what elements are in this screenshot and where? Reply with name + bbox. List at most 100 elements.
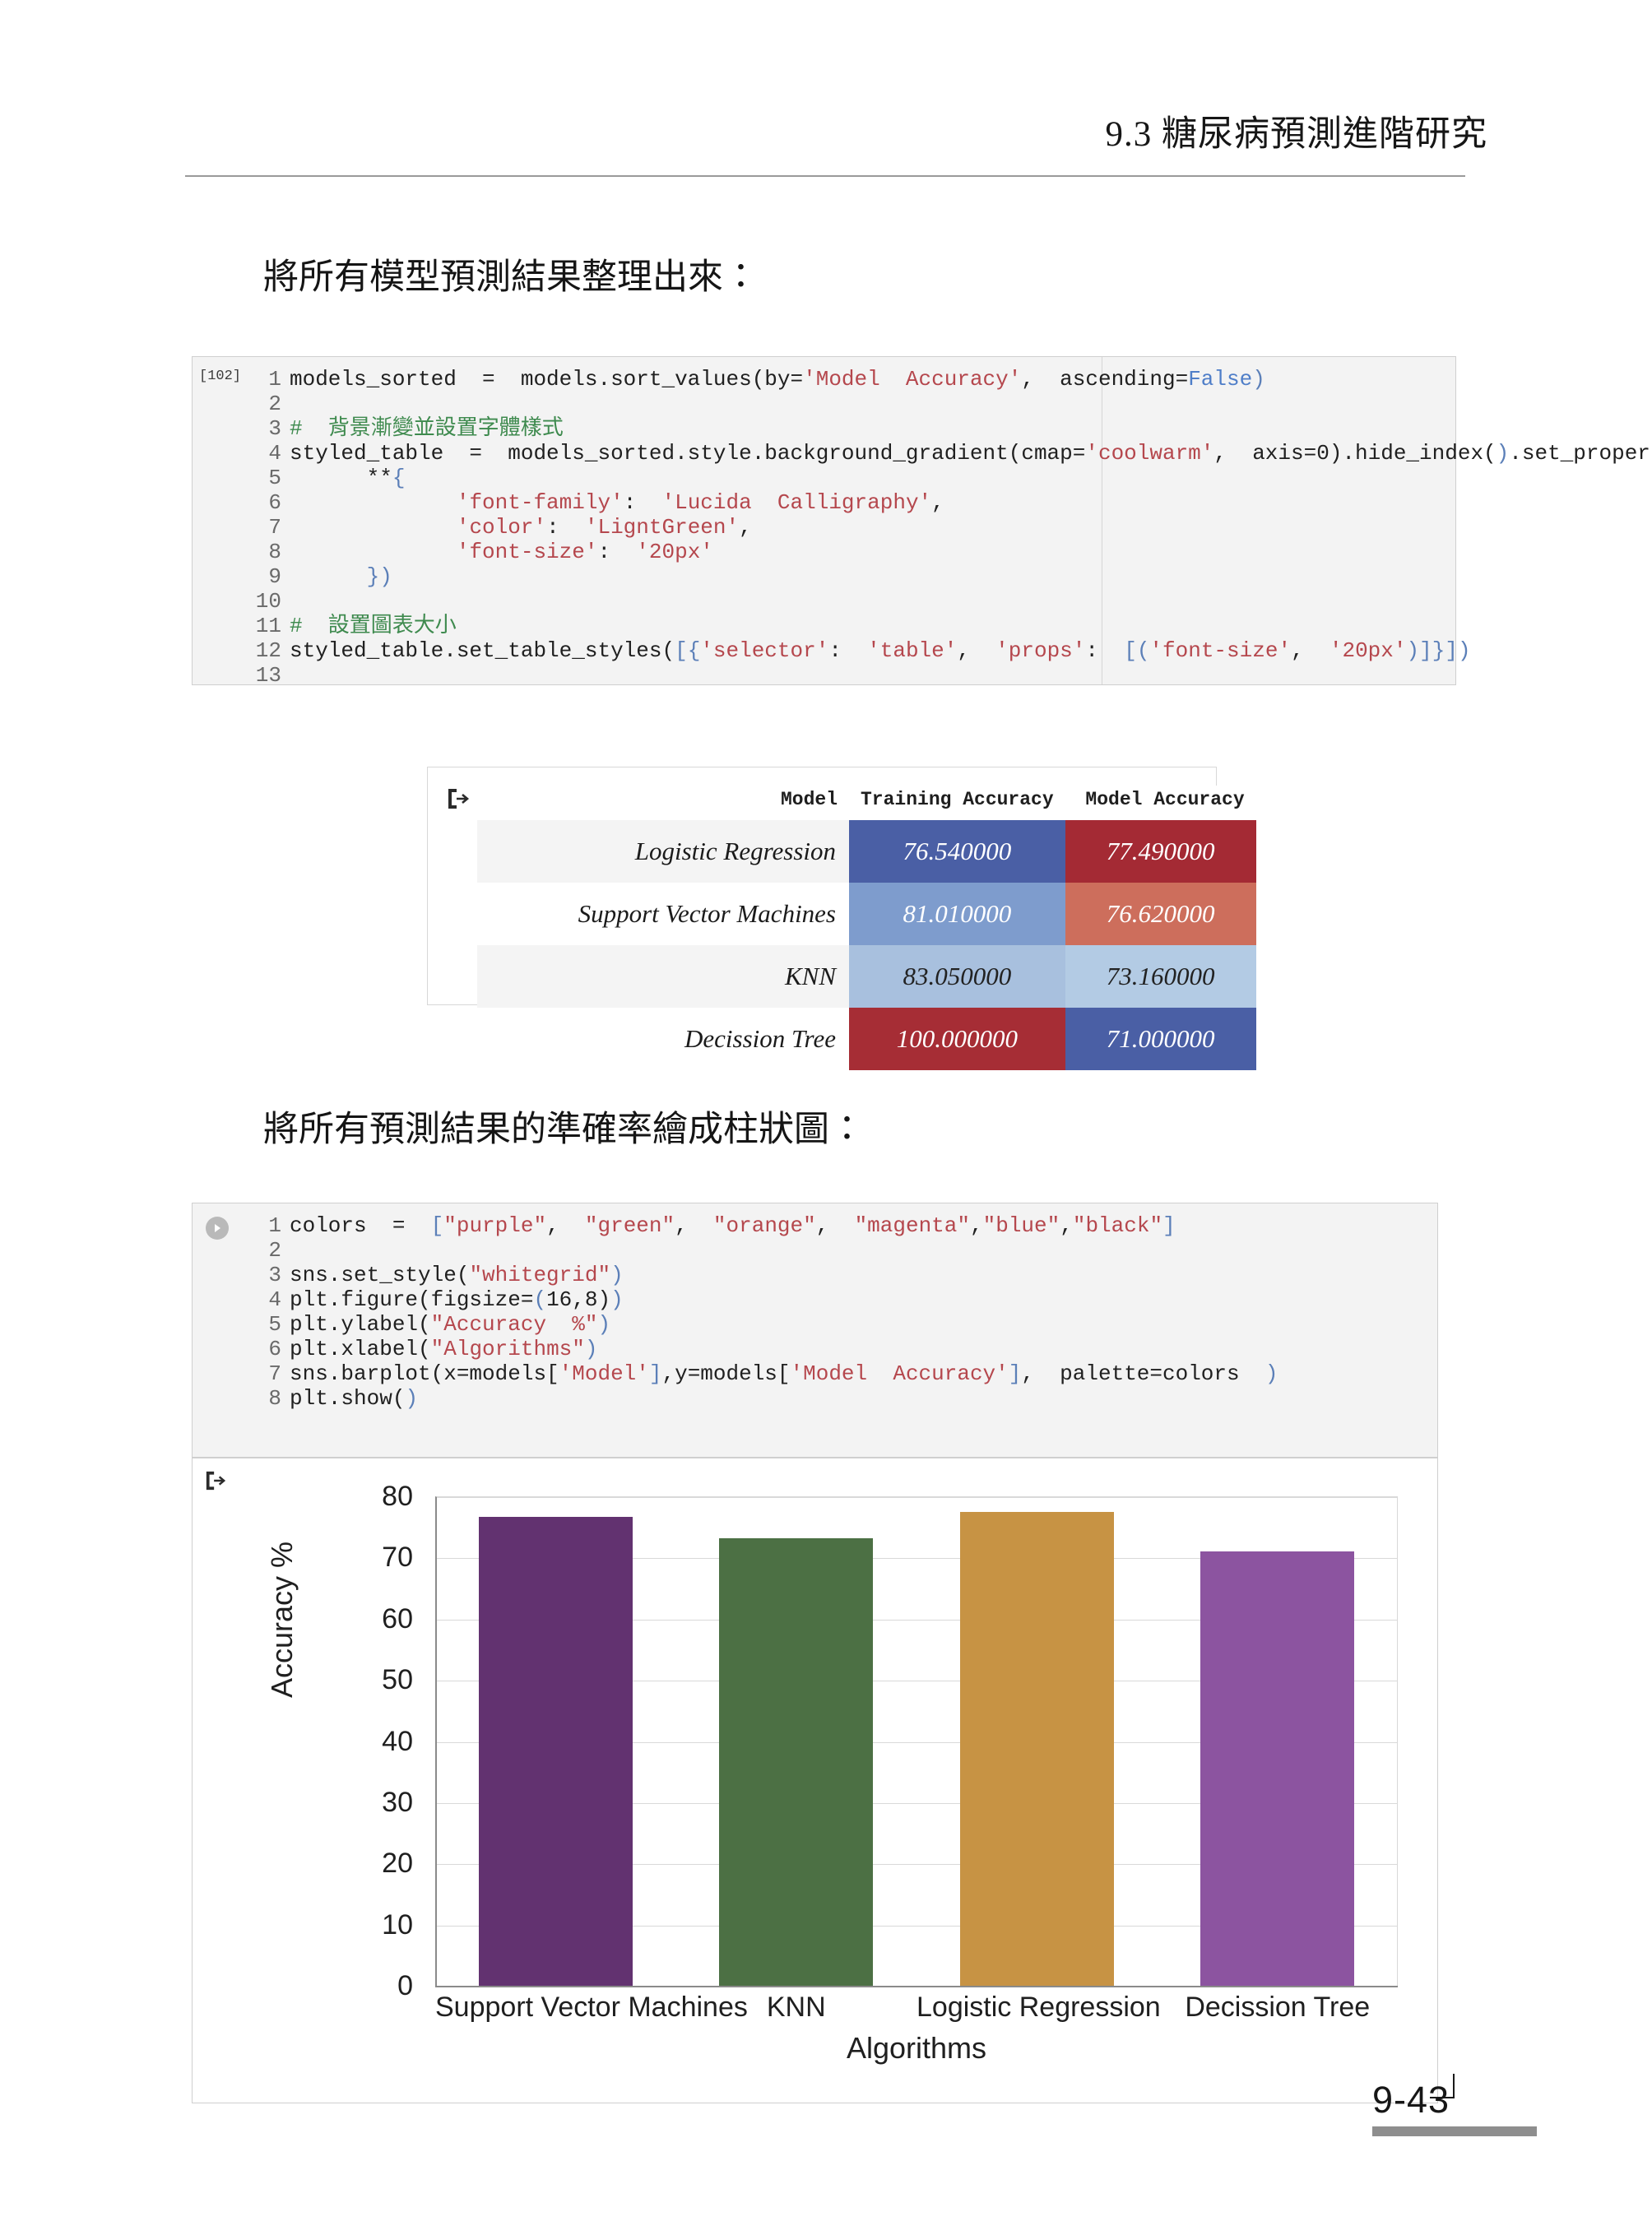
cell-training-accuracy: 83.050000 <box>849 945 1065 1008</box>
x-tick-label: KNN <box>766 1992 826 2023</box>
x-tick-label: Decission Tree <box>1185 1992 1371 2023</box>
document-page: 9.3 糖尿病預測進階研究 將所有模型預測結果整理出來： [102] 1 mode… <box>0 0 1652 2235</box>
cell-model: Decission Tree <box>477 1008 849 1070</box>
run-cell-icon[interactable] <box>206 1217 229 1240</box>
output-arrow-icon-2 <box>204 1470 227 1491</box>
cell-model: KNN <box>477 945 849 1008</box>
x-tick-label: Support Vector Machines <box>435 1992 748 2023</box>
code-line: 13 <box>253 663 1447 688</box>
line-number: 6 <box>268 1337 281 1361</box>
bar <box>1200 1551 1355 1986</box>
caption-barplot: 將所有預測結果的準確率繪成柱狀圖： <box>263 1111 865 1149</box>
code-line: 1 colors = ["purple", "green", "orange", … <box>253 1213 1429 1238</box>
code-line: 2 <box>253 392 1447 416</box>
results-table: Model Training Accuracy Model Accuracy L… <box>477 786 1256 1070</box>
line-number: 12 <box>255 638 281 663</box>
table-row: Support Vector Machines 81.010000 76.62000… <box>477 883 1256 945</box>
code-line: 3 # 背景漸變並設置字體樣式 <box>253 416 1447 441</box>
cell-training-accuracy: 81.010000 <box>849 883 1065 945</box>
line-number: 2 <box>268 392 281 416</box>
line-number: 13 <box>255 663 281 688</box>
code-line: 4 styled_table = models_sorted.style.back… <box>253 441 1652 466</box>
code-line: 8 plt.show() <box>253 1386 1429 1411</box>
line-number: 7 <box>268 1361 281 1386</box>
x-tick-label: Logistic Regression <box>916 1992 1161 2023</box>
code-line: 9 }) <box>253 564 1447 589</box>
page-title: 9.3 糖尿病預測進階研究 <box>1105 115 1487 154</box>
table-header-row: Model Training Accuracy Model Accuracy <box>477 786 1256 820</box>
y-tick-label: 10 <box>382 1908 413 1941</box>
code-line: 7 'color': 'LigntGreen', <box>253 515 1447 540</box>
y-tick-label: 70 <box>382 1542 413 1574</box>
y-tick-label: 50 <box>382 1664 413 1696</box>
accuracy-bar-chart: 0 10 20 30 40 50 60 70 80 Accuracy % Support Vec… <box>265 1481 1402 2065</box>
y-tick-label: 0 <box>397 1970 413 2001</box>
table-row: KNN 83.050000 73.160000 <box>477 945 1256 1008</box>
footer-bar <box>1372 2126 1537 2136</box>
output-arrow-icon <box>446 787 471 810</box>
page-number: 9-43 <box>1372 2079 1450 2121</box>
bar-series <box>435 1496 1398 1986</box>
line-number: 8 <box>268 540 281 564</box>
code-line: 5 plt.ylabel("Accuracy %") <box>253 1312 1429 1337</box>
code-cell-barplot[interactable]: 1 colors = ["purple", "green", "orange", … <box>192 1203 1438 1458</box>
cell-gutter: [102] <box>193 357 253 684</box>
styled-dataframe-output: Model Training Accuracy Model Accuracy L… <box>427 767 1256 1070</box>
x-axis-label: Algorithms <box>846 2031 987 2065</box>
code-line: 6 plt.xlabel("Algorithms") <box>253 1337 1429 1361</box>
code-line: 11 # 設置圖表大小 <box>253 614 1447 638</box>
line-number: 5 <box>268 466 281 490</box>
table-row: Logistic Regression 76.540000 77.490000 <box>477 820 1256 883</box>
line-number: 3 <box>268 416 281 441</box>
code-content[interactable]: 1 models_sorted = models.sort_values(by='… <box>253 367 1652 688</box>
cell-training-accuracy: 76.540000 <box>849 820 1065 883</box>
line-number: 7 <box>268 515 281 540</box>
line-number: 4 <box>268 1287 281 1312</box>
bar <box>478 1517 633 1986</box>
table-row: Decission Tree 100.000000 71.000000 <box>477 1008 1256 1070</box>
y-tick-label: 60 <box>382 1602 413 1635</box>
code-line: 5 **{ <box>253 466 1447 490</box>
code-line: 4 plt.figure(figsize=(16,8)) <box>253 1287 1429 1312</box>
code-content-2[interactable]: 1 colors = ["purple", "green", "orange", … <box>253 1213 1429 1411</box>
execution-count-label: [102] <box>199 369 242 384</box>
column-header-model-accuracy: Model Accuracy <box>1065 786 1256 820</box>
page-footer: 9-43 <box>1372 2079 1537 2136</box>
line-number: 2 <box>268 1238 281 1263</box>
bar <box>959 1511 1114 1986</box>
y-tick-label: 40 <box>382 1725 413 1757</box>
code-line: 6 'font-family': 'Lucida Calligraphy', <box>253 490 1447 515</box>
cell-model-accuracy: 73.160000 <box>1065 945 1256 1008</box>
cell-training-accuracy: 100.000000 <box>849 1008 1065 1070</box>
line-number: 11 <box>255 614 281 638</box>
line-number: 10 <box>255 589 281 614</box>
code-cell-styled-table[interactable]: [102] 1 models_sorted = models.sort_value… <box>192 356 1652 688</box>
barplot-output-cell: 0 10 20 30 40 50 60 70 80 Accuracy % Support Vec… <box>192 1458 1438 2103</box>
code-line: 12 styled_table.set_table_styles([{'selec… <box>253 638 1471 663</box>
code-line: 7 sns.barplot(x=models['Model'],y=models[… <box>253 1361 1429 1386</box>
code-line: 1 models_sorted = models.sort_values(by='… <box>253 367 1447 392</box>
line-number: 9 <box>268 564 281 589</box>
cell-model-accuracy: 77.490000 <box>1065 820 1256 883</box>
table-body: Logistic Regression 76.540000 77.490000 Sup… <box>477 820 1256 1070</box>
cell-gutter-2 <box>193 1203 253 1457</box>
line-number: 8 <box>268 1386 281 1411</box>
line-number: 1 <box>268 1213 281 1238</box>
header-rule <box>185 175 1465 177</box>
y-tick-label: 30 <box>382 1786 413 1818</box>
caption-models-summary: 將所有模型預測結果整理出來： <box>263 258 759 297</box>
line-number: 1 <box>268 367 281 392</box>
cell-model: Support Vector Machines <box>477 883 849 945</box>
x-axis-line <box>435 1986 1398 1987</box>
cell-model: Logistic Regression <box>477 820 849 883</box>
line-number: 6 <box>268 490 281 515</box>
line-number: 4 <box>268 441 281 466</box>
code-line: 3 sns.set_style("whitegrid") <box>253 1263 1429 1287</box>
cell-model-accuracy: 71.000000 <box>1065 1008 1256 1070</box>
y-tick-label: 80 <box>382 1481 413 1512</box>
y-tick-label: 20 <box>382 1848 413 1880</box>
column-header-model: Model <box>477 786 849 820</box>
table-head: Model Training Accuracy Model Accuracy <box>477 786 1256 820</box>
y-axis-label: Accuracy % <box>265 1541 299 1698</box>
code-line: 10 <box>253 589 1447 614</box>
